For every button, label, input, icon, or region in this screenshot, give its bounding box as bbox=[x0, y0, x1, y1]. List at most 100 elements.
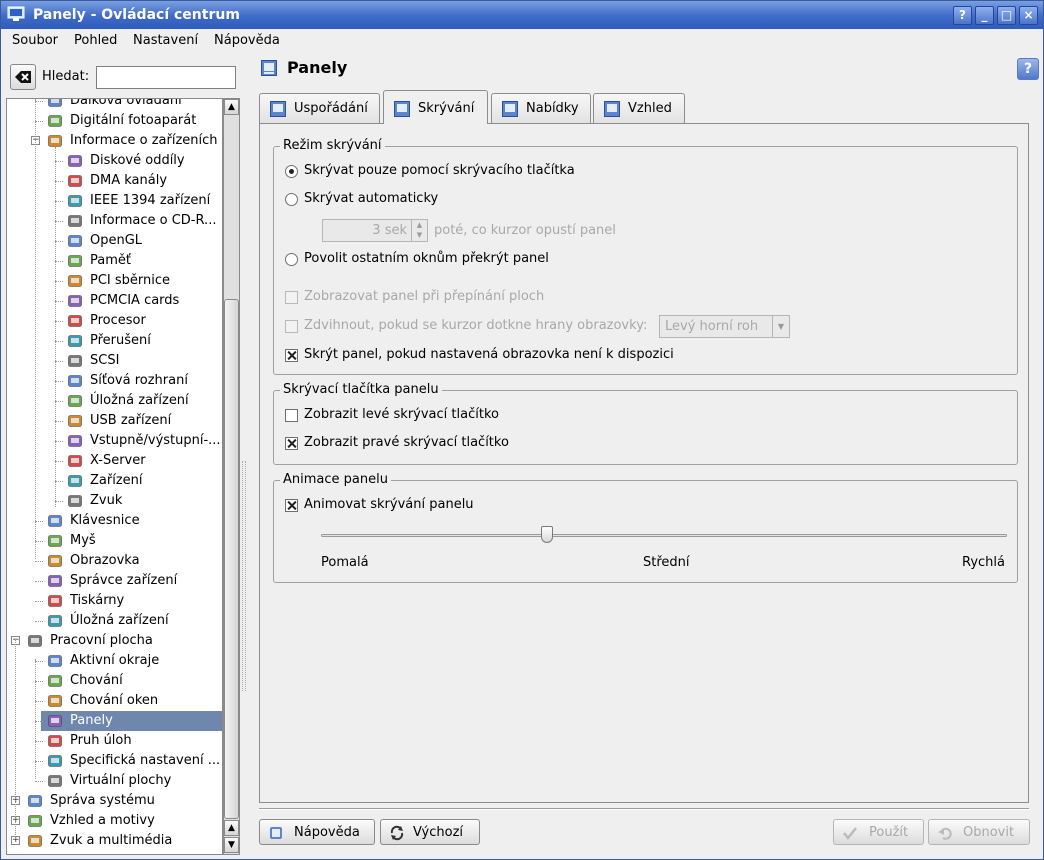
tree-item[interactable]: Zvuk bbox=[7, 491, 222, 511]
tree-item[interactable]: Síťová rozhraní bbox=[7, 371, 222, 391]
tree-item-label: Správce zařízení bbox=[70, 573, 178, 588]
tree-item[interactable]: X-Server bbox=[7, 451, 222, 471]
tree-item[interactable]: Úložná zařízení bbox=[7, 611, 222, 631]
search-input[interactable] bbox=[96, 66, 236, 89]
module-tree[interactable]: Dálková ovládání Digitální fotoaparát − Inf… bbox=[6, 98, 223, 855]
tree-item[interactable]: + Správa systému bbox=[7, 791, 222, 811]
opengl-icon bbox=[68, 235, 82, 247]
help-titlebar-button[interactable]: ? bbox=[953, 6, 972, 25]
defaults-button[interactable]: Výchozí bbox=[380, 819, 480, 845]
tree-item-label: Paměť bbox=[90, 253, 131, 268]
tree-connector bbox=[35, 581, 43, 582]
tree-connector bbox=[55, 461, 63, 462]
menu-file[interactable]: Soubor bbox=[12, 33, 58, 48]
animation-speed-slider[interactable] bbox=[321, 534, 1007, 537]
apply-button[interactable]: Použít bbox=[833, 819, 924, 845]
scroll-up-arrow-lower[interactable]: ▲ bbox=[224, 820, 239, 836]
tree-item[interactable]: Vstupně/výstupní-... bbox=[7, 431, 222, 451]
menu-settings[interactable]: Nastavení bbox=[133, 33, 198, 48]
tree-item[interactable]: OpenGL bbox=[7, 231, 222, 251]
button-separator bbox=[259, 808, 1029, 810]
corner-combobox[interactable]: Levý horní roh ▼ bbox=[659, 315, 790, 338]
scroll-up-arrow[interactable]: ▲ bbox=[224, 99, 239, 115]
tree-item-label: Úložná zařízení bbox=[70, 613, 169, 628]
tree-item[interactable]: Chování oken bbox=[7, 691, 222, 711]
tree-item[interactable]: PCI sběrnice bbox=[7, 271, 222, 291]
tree-connector bbox=[35, 561, 43, 562]
tree-item-label: OpenGL bbox=[90, 233, 143, 248]
tree-connector bbox=[55, 421, 63, 422]
title-bar[interactable]: Panely - Ovládací centrum ? _ □ × bbox=[1, 1, 1043, 29]
maximize-button[interactable]: □ bbox=[997, 6, 1016, 25]
tab-arrangement[interactable]: Uspořádání bbox=[259, 93, 380, 123]
menu-help[interactable]: Nápověda bbox=[214, 33, 280, 48]
menu-view[interactable]: Pohled bbox=[74, 33, 117, 48]
scroll-down-arrow[interactable]: ▼ bbox=[224, 837, 239, 853]
tree-connector bbox=[55, 441, 63, 442]
tree-item[interactable]: + Zvuk a multimédia bbox=[7, 831, 222, 851]
tree-item-label: Síťová rozhraní bbox=[90, 373, 188, 388]
panel-splitter[interactable] bbox=[242, 461, 246, 691]
tree-connector bbox=[55, 401, 63, 402]
tree-item[interactable]: Chování bbox=[7, 671, 222, 691]
tree-item[interactable]: Myš bbox=[7, 531, 222, 551]
tree-scrollbar[interactable]: ▲ ▲ ▼ bbox=[223, 98, 240, 855]
tree-item[interactable]: Dálková ovládání bbox=[7, 99, 222, 111]
window-behavior-icon bbox=[48, 695, 62, 707]
firewire-icon bbox=[68, 195, 82, 207]
tree-item[interactable]: PCMCIA cards bbox=[7, 291, 222, 311]
tree-item[interactable]: Paměť bbox=[7, 251, 222, 271]
reset-button[interactable]: Obnovit bbox=[928, 819, 1030, 845]
tree-item[interactable]: Specifická nastavení ... bbox=[7, 751, 222, 771]
tree-item[interactable]: Úložná zařízení bbox=[7, 391, 222, 411]
tree-connector bbox=[55, 261, 63, 262]
tree-item[interactable]: USB zařízení bbox=[7, 411, 222, 431]
tree-connector bbox=[35, 721, 43, 722]
tree-item[interactable]: − Pracovní plocha bbox=[7, 631, 222, 651]
tree-item[interactable]: Aktivní okraje bbox=[7, 651, 222, 671]
tree-item[interactable]: Virtuální plochy bbox=[7, 771, 222, 791]
tab-hiding[interactable]: Skrývání bbox=[383, 90, 488, 124]
tree-item[interactable]: Tiskárny bbox=[7, 591, 222, 611]
hiding-tab-panel: Režim skrývání Skrývat pouze pomocí skrý… bbox=[259, 123, 1029, 803]
tree-item[interactable]: Zařízení bbox=[7, 471, 222, 491]
page-title: Panely bbox=[287, 58, 348, 77]
tree-item[interactable]: Informace o CD-R... bbox=[7, 211, 222, 231]
tab-menus[interactable]: Nabídky bbox=[491, 93, 591, 123]
minimize-button[interactable]: _ bbox=[975, 6, 994, 25]
window-title: Panely - Ovládací centrum bbox=[33, 7, 240, 23]
tree-item[interactable]: Pruh úloh bbox=[7, 731, 222, 751]
tree-item[interactable]: + Vzhled a motivy bbox=[7, 811, 222, 831]
tree-item[interactable]: Digitální fotoaparát bbox=[7, 111, 222, 131]
tree-connector bbox=[35, 781, 43, 782]
tree-connector bbox=[55, 281, 63, 282]
tree-connector bbox=[55, 361, 63, 362]
clear-search-button[interactable] bbox=[10, 64, 36, 90]
taskbar-icon bbox=[48, 735, 62, 747]
slider-handle[interactable] bbox=[541, 526, 554, 543]
tree-item[interactable]: Obrazovka bbox=[7, 551, 222, 571]
help-button[interactable]: Nápověda bbox=[259, 819, 375, 845]
hide-delay-spinbox[interactable]: 3 sek ▲ ▼ bbox=[322, 219, 428, 242]
tree-item[interactable]: IEEE 1394 zařízení bbox=[7, 191, 222, 211]
tree-item[interactable]: − Informace o zařízeních bbox=[7, 131, 222, 151]
tree-item[interactable]: Panely bbox=[7, 711, 222, 731]
tree-item[interactable]: Správce zařízení bbox=[7, 571, 222, 591]
tree-item-label: Přerušení bbox=[90, 333, 151, 348]
tree-connector bbox=[55, 381, 63, 382]
tree-item-label: DMA kanály bbox=[90, 173, 168, 188]
tree-item[interactable]: SCSI bbox=[7, 351, 222, 371]
tree-item[interactable]: Přerušení bbox=[7, 331, 222, 351]
tree-item[interactable]: Klávesnice bbox=[7, 511, 222, 531]
tree-item[interactable]: Diskové oddíly bbox=[7, 151, 222, 171]
tree-item[interactable]: Procesor bbox=[7, 311, 222, 331]
scroll-thumb[interactable] bbox=[224, 299, 239, 819]
appearance-icon bbox=[28, 815, 42, 827]
close-button[interactable]: × bbox=[1019, 6, 1038, 25]
tree-item[interactable]: DMA kanály bbox=[7, 171, 222, 191]
help-icon[interactable]: ? bbox=[1017, 58, 1039, 80]
spin-arrows-icon[interactable]: ▲ ▼ bbox=[411, 220, 427, 241]
tree-connector bbox=[55, 221, 63, 222]
tab-appearance[interactable]: Vzhled bbox=[593, 93, 685, 123]
mouse-icon bbox=[48, 535, 62, 547]
